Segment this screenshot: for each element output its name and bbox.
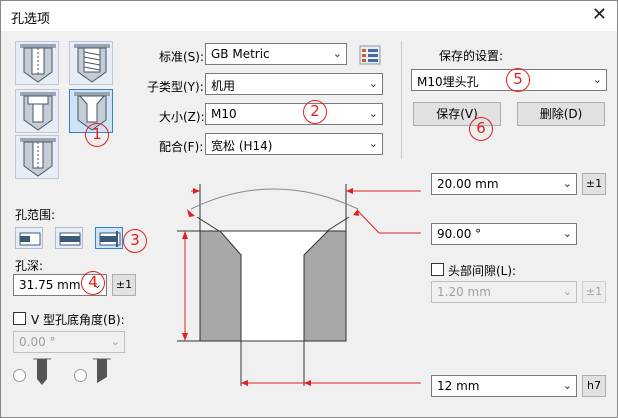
simple-hole-icon xyxy=(20,44,56,83)
v-angle-value: 0.00 ° xyxy=(19,335,56,349)
fit-select[interactable]: 宽松 (H14) ⌄ xyxy=(205,133,383,155)
flat-bottom-icon xyxy=(31,355,53,389)
size-label: 大小(Z): xyxy=(159,110,205,124)
v-angle-label: V 型孔底角度(B): xyxy=(31,313,125,327)
countersink-diagram xyxy=(175,177,423,393)
title-bar: 孔选项 ✕ xyxy=(1,1,617,31)
subtype-select[interactable]: 机用 ⌄ xyxy=(205,73,383,95)
chevron-down-icon: ⌄ xyxy=(562,227,572,240)
tool-spotface-hole[interactable] xyxy=(15,135,59,179)
countersink-angle-input[interactable]: 90.00 ° ⌄ xyxy=(431,223,577,245)
standard-value: GB Metric xyxy=(211,47,270,61)
fit-label: 配合(F): xyxy=(159,140,204,154)
separator xyxy=(401,41,402,159)
callout-6: 6 xyxy=(469,117,493,141)
chevron-down-icon: ⌄ xyxy=(368,137,378,150)
blind-hole-icon xyxy=(19,232,41,246)
callout-1: 1 xyxy=(85,123,109,147)
spotface-hole-icon xyxy=(20,138,56,177)
head-clearance-checkbox[interactable] xyxy=(431,263,444,276)
hole-depth-label: 孔深: xyxy=(15,259,44,273)
bottom-diameter-value: 12 mm xyxy=(437,379,480,393)
v-angle-checkbox[interactable] xyxy=(13,312,26,325)
chevron-down-icon: ⌄ xyxy=(562,177,572,190)
chevron-down-icon: ⌄ xyxy=(332,47,342,60)
fit-value: 宽松 (H14) xyxy=(211,139,273,153)
head-clearance-tolerance-button[interactable]: ±1 xyxy=(582,281,606,303)
range-up-to-face-button[interactable] xyxy=(95,227,123,249)
head-diameter-tolerance-button[interactable]: ±1 xyxy=(582,173,606,195)
size-select[interactable]: M10 ⌄ xyxy=(205,103,383,125)
callout-4: 4 xyxy=(81,271,105,295)
hole-range-label: 孔范围: xyxy=(15,208,56,222)
chevron-down-icon: ⌄ xyxy=(110,335,120,348)
up-to-face-icon xyxy=(99,231,121,247)
callout-2: 2 xyxy=(303,100,327,124)
head-diameter-input[interactable]: 20.00 mm ⌄ xyxy=(431,173,577,195)
bottom-diameter-input[interactable]: 12 mm ⌄ xyxy=(431,375,577,397)
hole-depth-value: 31.75 mm xyxy=(19,278,81,292)
bottom-angle-radio[interactable] xyxy=(74,369,87,382)
bottom-flat-radio[interactable] xyxy=(13,369,26,382)
head-clearance-value: 1.20 mm xyxy=(437,285,491,299)
size-value: M10 xyxy=(211,107,237,121)
subtype-label: 子类型(Y): xyxy=(147,80,204,94)
chevron-down-icon: ⌄ xyxy=(368,77,378,90)
standard-label: 标准(S): xyxy=(159,50,205,64)
saved-settings-value: M10埋头孔 xyxy=(417,75,479,89)
chevron-down-icon: ⌄ xyxy=(592,73,602,86)
tool-counterbore-hole[interactable] xyxy=(15,89,59,133)
close-icon[interactable]: ✕ xyxy=(592,4,607,25)
tool-tapped-hole[interactable] xyxy=(69,41,113,85)
depth-tolerance-button[interactable]: ±1 xyxy=(112,274,136,296)
standard-select[interactable]: GB Metric ⌄ xyxy=(205,43,347,65)
hole-options-dialog: 孔选项 ✕ 1 标准(S): GB Metric ⌄ 子类型(Y): 机用 ⌄ 大小… xyxy=(0,0,618,418)
tool-simple-hole[interactable] xyxy=(15,41,59,85)
bottom-diameter-tolerance-button[interactable]: h7 xyxy=(582,375,606,397)
countersink-angle-value: 90.00 ° xyxy=(437,227,482,241)
chevron-down-icon: ⌄ xyxy=(562,285,572,298)
chevron-down-icon: ⌄ xyxy=(368,107,378,120)
angled-bottom-icon xyxy=(91,355,113,389)
chevron-down-icon: ⌄ xyxy=(562,379,572,392)
v-angle-select[interactable]: 0.00 ° ⌄ xyxy=(13,331,125,353)
saved-settings-label: 保存的设置: xyxy=(439,49,504,63)
subtype-value: 机用 xyxy=(211,79,236,93)
dialog-title: 孔选项 xyxy=(11,12,51,27)
callout-3: 3 xyxy=(123,229,147,253)
range-blind-button[interactable] xyxy=(15,227,43,249)
counterbore-hole-icon xyxy=(20,92,56,131)
delete-button[interactable]: 删除(D) xyxy=(517,102,605,126)
head-clearance-input[interactable]: 1.20 mm ⌄ xyxy=(431,281,577,303)
head-clearance-label: 头部间隙(L): xyxy=(448,264,517,278)
callout-5: 5 xyxy=(506,68,530,92)
standards-database-button[interactable] xyxy=(357,43,383,67)
tapped-hole-icon xyxy=(74,44,110,83)
head-diameter-value: 20.00 mm xyxy=(437,177,499,191)
range-through-button[interactable] xyxy=(55,227,83,249)
database-list-icon xyxy=(359,45,381,65)
through-hole-icon xyxy=(59,232,81,246)
